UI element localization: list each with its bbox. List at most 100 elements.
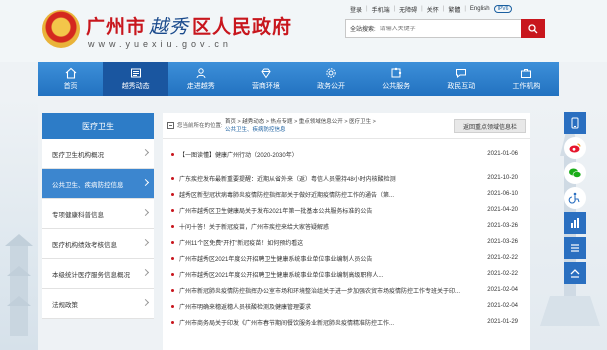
news-date: 2021-02-04 <box>487 287 518 293</box>
search-button[interactable] <box>521 19 545 38</box>
news-item[interactable]: 广州市商务局关于印发《广州市春节期间餐饮服务业新冠肺炎疫情精准防控工作... 20… <box>163 314 530 330</box>
news-item[interactable]: 广州11个区免费“开打”新冠疫苗！如何预约看这 2021-03-26 <box>163 234 530 250</box>
app-icon <box>571 117 579 129</box>
nav-agencies[interactable]: 工作机构 <box>494 62 559 96</box>
location-label: 您当前所在的位置: <box>177 123 223 129</box>
site-title[interactable]: 广州市 越秀 区人民政府 <box>86 12 292 39</box>
home-icon <box>65 67 76 79</box>
nav-label: 首页 <box>63 83 78 90</box>
breadcrumb-path-line1: 首页 > 越秀动态 > 热点专题 > 重点领域信息公开 > 医疗卫生 > <box>225 119 376 125</box>
sidebar: 医疗卫生 医疗卫生机构概况 公共卫生、疾病防控信息 专项健康科普信息 医疗机构绩… <box>42 113 154 319</box>
ipv6-badge: IPV6 <box>493 5 513 13</box>
decorative-background-left <box>0 96 38 350</box>
sidebar-item-health-education[interactable]: 专项健康科普信息 <box>42 199 154 229</box>
top-links: 登录 | 手机端 | 无障碍 | 关怀 | 繁體 | English IPV6 <box>350 3 513 15</box>
back-to-top-button[interactable] <box>564 262 586 284</box>
right-toolbar <box>564 112 586 287</box>
nav-home[interactable]: 首页 <box>38 62 103 96</box>
news-item[interactable]: 广州市明确来穗返穗人员核酸检测及健康管理要求 2021-02-04 <box>163 298 530 314</box>
bullet-icon <box>171 208 174 212</box>
news-title: 广州市越秀区卫生健康局关于发布2021年第一批基本公共服务标准的公告 <box>179 208 373 215</box>
bullet-icon <box>171 256 174 260</box>
breadcrumb-path-line2: 公共卫生、疾病防控信息 <box>225 127 286 133</box>
mobile-link[interactable]: 手机端 <box>372 5 390 14</box>
nav-gov-disclosure[interactable]: 政务公开 <box>299 62 364 96</box>
sidebar-item-label: 专项健康科普信息 <box>52 211 104 219</box>
accessibility-button[interactable] <box>564 187 586 209</box>
diamond-icon <box>261 68 271 79</box>
pagoda-decoration-icon <box>5 234 33 336</box>
nav-label: 工作机构 <box>512 83 541 90</box>
chat-icon <box>456 69 467 79</box>
sidebar-item-statistics[interactable]: 本级统计医疗服务信息概况 <box>42 259 154 289</box>
nav-public-service[interactable]: 公共服务 <box>364 62 429 96</box>
login-link[interactable]: 登录 <box>350 5 362 14</box>
site-url: www.yuexiu.gov.cn <box>88 39 232 49</box>
search-box: 全站搜索: <box>345 19 545 38</box>
location-icon <box>167 121 174 129</box>
chevron-right-icon <box>141 148 150 157</box>
site-title-left: 广州市 <box>86 17 147 38</box>
back-to-key-areas-button[interactable]: 返回重点领域信息栏 <box>454 119 526 133</box>
news-item[interactable]: 广州市越秀区卫生健康局关于发布2021年第一批基本公共服务标准的公告 2021-0… <box>163 202 530 218</box>
main-nav: 首页 越秀动态 走进越秀 营商环境 政务公开 公共服务 政民互动 工作机构 <box>38 62 559 96</box>
bullet-icon <box>171 320 174 324</box>
nav-label: 越秀动态 <box>121 83 150 90</box>
accessibility-link[interactable]: 无障碍 <box>399 5 417 14</box>
nav-interaction[interactable]: 政民互动 <box>429 62 494 96</box>
news-item[interactable]: 广州市越秀区2021年度公开招聘卫生健康系统事业单位事业编制高级职称人... 20… <box>163 266 530 282</box>
nav-business-env[interactable]: 营商环境 <box>233 62 298 96</box>
chevron-right-icon <box>141 178 150 187</box>
news-item[interactable]: 十问十答！关于新冠疫苗，广州市疾控来给大家答疑解惑 2021-03-26 <box>163 218 530 234</box>
news-title: 越秀区新型冠状病毒肺炎疫情防控指挥部关于做好近期疫情防控工作的通告（第... <box>179 192 395 199</box>
sidebar-item-label: 医疗卫生机构概况 <box>52 151 104 159</box>
english-link[interactable]: English <box>470 6 490 12</box>
news-title: 广州11个区免费“开打”新冠疫苗！如何预约看这 <box>179 240 304 247</box>
weibo-icon <box>569 143 581 153</box>
news-date: 2021-01-29 <box>487 319 518 325</box>
sidebar-item-institutions[interactable]: 医疗卫生机构概况 <box>42 139 154 169</box>
nav-label: 走进越秀 <box>186 83 215 90</box>
news-date: 2021-06-10 <box>487 191 518 197</box>
news-date: 2021-02-22 <box>487 271 518 277</box>
news-date: 2021-03-26 <box>487 239 518 245</box>
breadcrumb-path[interactable]: 首页 > 越秀动态 > 热点专题 > 重点领域信息公开 > 医疗卫生 > 公共卫… <box>225 118 455 134</box>
news-item[interactable]: 【一图读懂】健康广州行动（2020-2030年） 2021-01-06 <box>163 146 530 162</box>
app-button[interactable] <box>564 112 586 134</box>
news-date: 2021-02-22 <box>487 255 518 261</box>
bullet-icon <box>171 192 174 196</box>
news-item[interactable]: 广州市新冠肺炎疫情防控指挥办公室市场和环境整治组关于进一步加强农贸市场疫情防控工… <box>163 282 530 298</box>
nav-yuexiu-news[interactable]: 越秀动态 <box>103 62 169 96</box>
sidebar-item-label: 医疗机构绩效考核信息 <box>52 241 117 249</box>
sidebar-item-performance[interactable]: 医疗机构绩效考核信息 <box>42 229 154 259</box>
news-title: 广州市明确来穗返穗人员核酸检测及健康管理要求 <box>179 304 312 311</box>
stats-icon <box>571 218 579 228</box>
bullet-icon <box>171 176 174 180</box>
nav-about-yuexiu[interactable]: 走进越秀 <box>168 62 233 96</box>
nav-label: 营商环境 <box>251 83 280 90</box>
top-icon <box>570 269 580 278</box>
search-input[interactable] <box>379 25 520 32</box>
wechat-icon <box>569 168 582 178</box>
news-title: 广州市商务局关于印发《广州市春节期间餐饮服务业新冠肺炎疫情精准防控工作... <box>179 320 395 327</box>
sidebar-item-regulations[interactable]: 法规政策 <box>42 289 154 319</box>
search-icon <box>528 23 538 33</box>
sidebar-item-label: 法规政策 <box>52 301 78 309</box>
traditional-chinese-link[interactable]: 繁體 <box>448 5 460 14</box>
stats-button[interactable] <box>564 212 586 234</box>
wechat-button[interactable] <box>564 162 586 184</box>
briefcase-icon <box>521 69 532 78</box>
sidebar-item-public-health[interactable]: 公共卫生、疾病防控信息 <box>42 169 154 199</box>
people-icon <box>196 68 206 79</box>
news-item[interactable]: 广东疾控发布最新重要提醒：近期从省外来（返）粤信人员需持48小时内核酸检测 202… <box>163 170 530 186</box>
national-emblem-icon <box>42 10 80 48</box>
news-title: 广州市越秀区2021年度公开招聘卫生健康系统事业单位事业编制人员公告 <box>179 256 373 263</box>
weibo-button[interactable] <box>564 137 586 159</box>
bullet-icon <box>171 304 174 308</box>
nav-label: 政务公开 <box>317 83 346 90</box>
news-item[interactable]: 越秀区新型冠状病毒肺炎疫情防控指挥部关于做好近期疫情防控工作的通告（第... 20… <box>163 186 530 202</box>
care-mode-link[interactable]: 关怀 <box>427 5 439 14</box>
news-date: 2021-02-04 <box>487 303 518 309</box>
news-item[interactable]: 广州市越秀区2021年度公开招聘卫生健康系统事业单位事业编制人员公告 2021-0… <box>163 250 530 266</box>
list-button[interactable] <box>564 237 586 259</box>
